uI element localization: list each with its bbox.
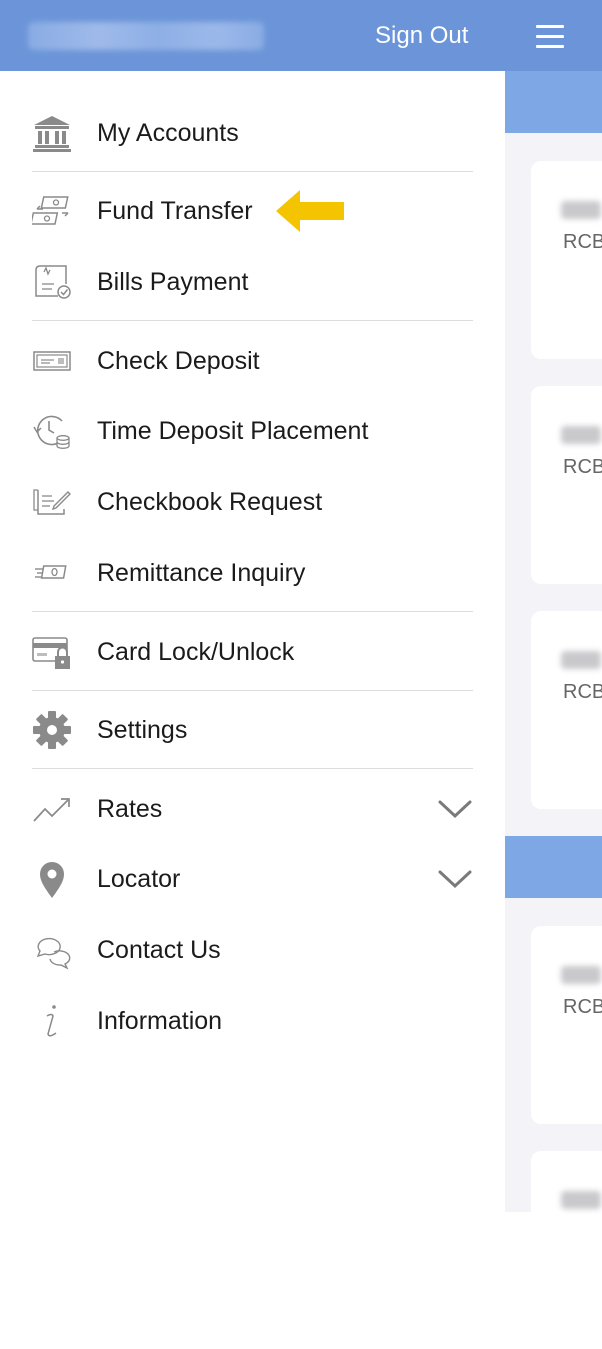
sign-out-button[interactable]: Sign Out [375, 19, 468, 53]
menu-item-label: Bills Payment [97, 268, 249, 296]
menu-item-fund-transfer[interactable]: Fund Transfer [32, 191, 473, 231]
account-name-blurred [561, 651, 601, 669]
info-icon [46, 1005, 57, 1037]
account-code: RCB [563, 996, 602, 1018]
divider [32, 171, 473, 172]
chevron-down-icon[interactable] [437, 867, 473, 891]
section-header-band [505, 71, 602, 133]
menu-item-label: Rates [97, 795, 163, 823]
account-card[interactable]: RCB [531, 926, 602, 1124]
menu-item-my-accounts[interactable]: My Accounts [32, 113, 473, 153]
menu-item-label: Time Deposit Placement [97, 417, 369, 445]
menu-item-label: Information [97, 1007, 223, 1035]
account-card[interactable] [531, 1151, 602, 1349]
account-name-blurred [561, 201, 601, 219]
map-pin-icon [40, 862, 64, 898]
top-bar: Sign Out [0, 0, 602, 71]
bank-icon [33, 116, 71, 152]
menu-item-settings[interactable]: Settings [32, 710, 473, 750]
trend-up-icon [33, 798, 70, 822]
side-drawer: My Accounts Fund Transfer Bills Payment [0, 71, 505, 1212]
account-code: RCB [563, 681, 602, 703]
menu-item-label: Locator [97, 865, 181, 893]
menu-item-information[interactable]: Information [32, 1001, 473, 1041]
hamburger-menu-icon[interactable] [532, 22, 570, 52]
menu-item-locator[interactable]: Locator [32, 859, 473, 899]
divider [32, 320, 473, 321]
chevron-down-icon[interactable] [437, 797, 473, 821]
menu-item-checkbook-request[interactable]: Checkbook Request [32, 482, 473, 522]
divider [32, 768, 473, 769]
account-code: RCB [563, 456, 602, 478]
highlight-arrow-icon [276, 190, 344, 232]
username-blurred [28, 22, 264, 50]
background-accounts-panel: RCB RCB RCB RCB [505, 71, 602, 1349]
fund-transfer-icon [32, 196, 69, 225]
remittance-icon [35, 565, 67, 579]
menu-item-bills-payment[interactable]: Bills Payment [32, 262, 473, 302]
menu-item-time-deposit[interactable]: Time Deposit Placement [32, 411, 473, 451]
checkbook-icon [33, 489, 71, 515]
menu-item-label: Card Lock/Unlock [97, 638, 295, 666]
section-header-band [505, 836, 602, 898]
menu-item-label: Checkbook Request [97, 488, 323, 516]
account-name-blurred [561, 1191, 601, 1209]
account-name-blurred [561, 426, 601, 444]
menu-item-label: Fund Transfer [97, 197, 253, 225]
menu-item-contact-us[interactable]: Contact Us [32, 930, 473, 970]
chat-bubbles-icon [36, 937, 71, 970]
menu-item-label: My Accounts [97, 119, 239, 147]
account-card[interactable]: RCB [531, 611, 602, 809]
menu-item-label: Check Deposit [97, 347, 260, 375]
account-code: RCB [563, 231, 602, 253]
menu-item-label: Remittance Inquiry [97, 559, 306, 587]
menu-item-label: Contact Us [97, 936, 221, 964]
menu-item-rates[interactable]: Rates [32, 789, 473, 829]
time-deposit-icon [33, 415, 70, 449]
divider [32, 690, 473, 691]
menu-item-remittance-inquiry[interactable]: Remittance Inquiry [32, 553, 473, 593]
divider [32, 611, 473, 612]
check-deposit-icon [33, 351, 71, 371]
account-card[interactable]: RCB [531, 161, 602, 359]
bills-payment-icon [35, 265, 71, 299]
menu-item-check-deposit[interactable]: Check Deposit [32, 341, 473, 381]
gear-icon [33, 711, 71, 749]
menu-item-label: Settings [97, 716, 188, 744]
account-card[interactable]: RCB [531, 386, 602, 584]
account-name-blurred [561, 966, 601, 984]
card-lock-icon [32, 637, 70, 669]
menu-item-card-lock[interactable]: Card Lock/Unlock [32, 632, 473, 672]
